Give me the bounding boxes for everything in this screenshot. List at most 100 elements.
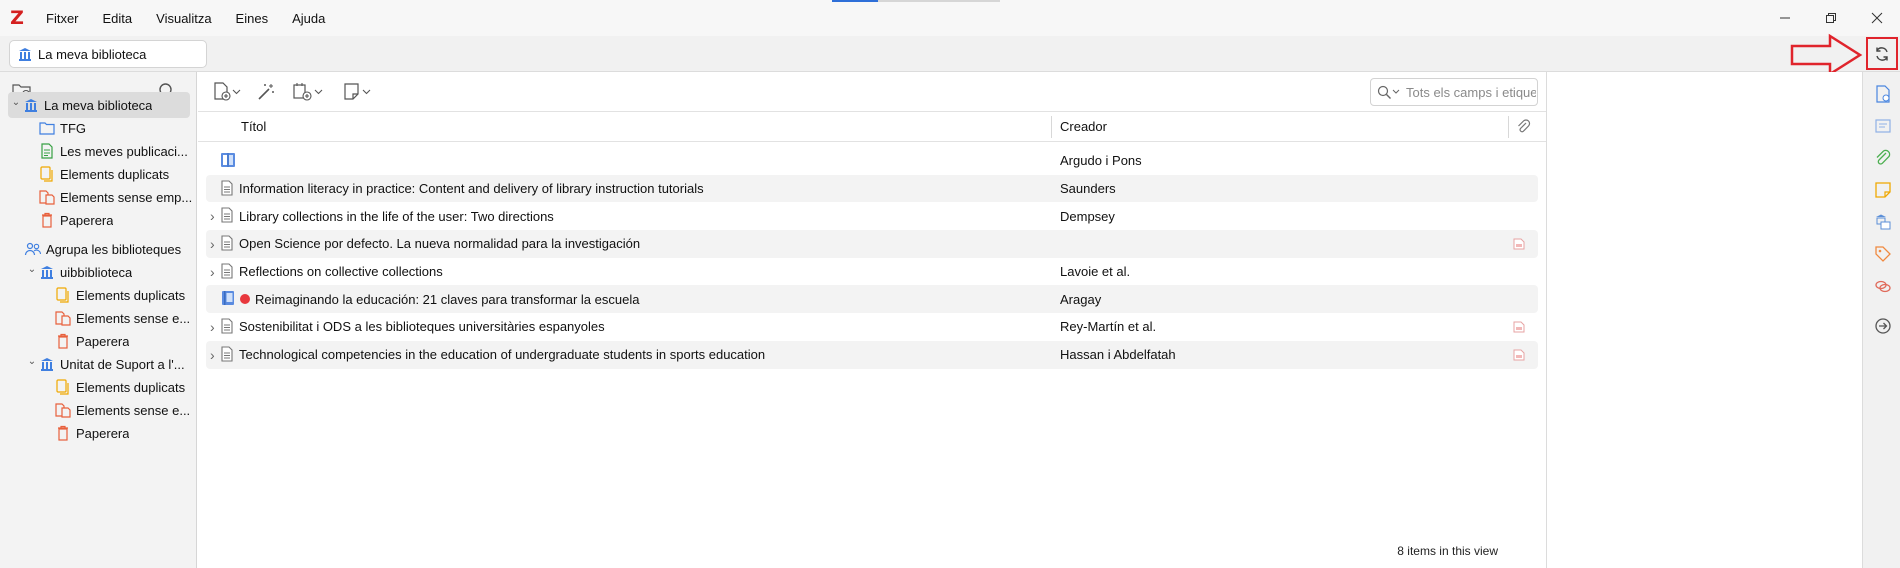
library-icon bbox=[22, 96, 40, 114]
drag-accent bbox=[832, 0, 878, 2]
chevron-down-icon[interactable]: ⌄ bbox=[26, 356, 38, 367]
item-creator: Saunders bbox=[1060, 181, 1116, 197]
item-row[interactable]: › Reflections on collective collections La… bbox=[206, 258, 1538, 286]
item-title: Sostenibilitat i ODS a les biblioteques … bbox=[239, 319, 605, 335]
pdf-attachment-icon[interactable] bbox=[1513, 238, 1525, 253]
duplicates-icon bbox=[54, 286, 72, 304]
restore-icon bbox=[1826, 13, 1836, 23]
tab-library[interactable]: La meva biblioteca bbox=[9, 40, 207, 68]
sidebar-locate-button[interactable] bbox=[1873, 316, 1893, 336]
column-title[interactable]: Títol bbox=[241, 119, 266, 134]
book-icon bbox=[220, 290, 236, 309]
attachment-add-icon bbox=[293, 83, 312, 101]
related-icon bbox=[1875, 280, 1891, 293]
folder-icon bbox=[38, 119, 56, 137]
items-search-box[interactable] bbox=[1370, 78, 1538, 106]
annotation-arrow bbox=[1790, 33, 1863, 77]
attachments-icon bbox=[1876, 149, 1891, 165]
add-by-identifier-button[interactable] bbox=[256, 82, 276, 102]
item-title: Open Science por defecto. La nueva norma… bbox=[239, 236, 641, 252]
item-creator: Argudo i Pons bbox=[1060, 153, 1142, 169]
document-icon bbox=[220, 207, 234, 226]
collection-label: Les meves publicaci... bbox=[60, 143, 188, 159]
menu-view[interactable]: Visualitza bbox=[144, 11, 223, 26]
new-item-icon bbox=[214, 82, 231, 101]
item-creator: Hassan i Abdelfatah bbox=[1060, 347, 1176, 363]
tab-library-label: La meva biblioteca bbox=[38, 46, 147, 62]
sidebar-attachments-button[interactable] bbox=[1873, 148, 1893, 168]
item-title: Reimaginando la educación: 21 claves par… bbox=[255, 291, 640, 307]
search-input[interactable] bbox=[1406, 84, 1536, 100]
menu-help[interactable]: Ajuda bbox=[280, 11, 337, 26]
item-row[interactable]: Reimaginando la educación: 21 claves par… bbox=[206, 285, 1538, 314]
column-separator[interactable] bbox=[1051, 116, 1052, 138]
chevron-right-icon[interactable]: › bbox=[210, 319, 215, 335]
minimize-button[interactable] bbox=[1762, 0, 1808, 36]
menu-edit[interactable]: Edita bbox=[91, 11, 145, 26]
duplicates-icon bbox=[38, 165, 56, 183]
paperclip-icon[interactable] bbox=[1516, 119, 1531, 135]
collection-label: Elements sense e... bbox=[76, 402, 191, 418]
info-icon bbox=[1876, 85, 1890, 103]
chevron-right-icon[interactable]: › bbox=[210, 208, 215, 224]
item-pane-sidebar bbox=[1862, 72, 1900, 568]
chevron-down-icon bbox=[362, 89, 371, 95]
items-column-header: Títol Creador bbox=[198, 112, 1546, 142]
chevron-down-icon[interactable] bbox=[1392, 89, 1400, 95]
new-item-button[interactable] bbox=[212, 82, 241, 102]
collection-label: Elements duplicats bbox=[76, 379, 186, 395]
add-attachment-button[interactable] bbox=[292, 82, 323, 102]
item-row[interactable]: Information literacy in practice: Conten… bbox=[206, 174, 1538, 203]
pdf-attachment-icon[interactable] bbox=[1513, 349, 1525, 364]
sidebar-notes-button[interactable] bbox=[1873, 180, 1893, 200]
sidebar-libraries-collections-button[interactable] bbox=[1873, 212, 1893, 232]
sync-icon bbox=[1876, 46, 1888, 61]
sidebar-tags-button[interactable] bbox=[1873, 244, 1893, 264]
collection-label: Elements sense e... bbox=[76, 310, 191, 326]
item-title: Library collections in the life of the u… bbox=[239, 208, 554, 224]
chevron-right-icon[interactable]: › bbox=[210, 264, 215, 280]
items-list: Argudo i Pons Information literacy in pra… bbox=[206, 147, 1538, 369]
chevron-right-icon[interactable]: › bbox=[210, 347, 215, 363]
item-creator: Lavoie et al. bbox=[1060, 264, 1131, 280]
duplicates-icon bbox=[54, 378, 72, 396]
menu-tools[interactable]: Eines bbox=[224, 11, 281, 26]
sync-button[interactable] bbox=[1866, 37, 1898, 70]
minimize-icon bbox=[1780, 17, 1790, 19]
abstract-icon bbox=[1875, 119, 1891, 133]
column-separator[interactable] bbox=[1508, 116, 1509, 138]
item-row[interactable]: › Open Science por defecto. La nueva norm… bbox=[206, 230, 1538, 258]
groups-icon bbox=[24, 240, 42, 258]
menu-file[interactable]: Fitxer bbox=[34, 11, 91, 26]
unfiled-icon bbox=[54, 309, 72, 327]
library-icon bbox=[38, 355, 56, 373]
item-row[interactable]: › Sostenibilitat i ODS a les biblioteques… bbox=[206, 313, 1538, 341]
tags-icon bbox=[1875, 246, 1891, 262]
restore-button[interactable] bbox=[1808, 0, 1854, 36]
sidebar-related-button[interactable] bbox=[1873, 276, 1893, 296]
publications-icon bbox=[38, 142, 56, 160]
sidebar-info-button[interactable] bbox=[1873, 84, 1893, 104]
collection-item[interactable]: Paperera bbox=[0, 207, 196, 233]
collection-label: uibbiblioteca bbox=[60, 264, 133, 280]
item-row[interactable]: › Library collections in the life of the … bbox=[206, 202, 1538, 230]
collection-label: TFG bbox=[60, 120, 86, 136]
new-note-button[interactable] bbox=[342, 82, 371, 102]
chevron-down-icon[interactable]: ⌄ bbox=[10, 97, 22, 108]
chevron-down-icon[interactable]: ⌄ bbox=[26, 264, 38, 275]
collections-pane: ⌄ La meva biblioteca TFG Les meves publicac… bbox=[0, 72, 197, 568]
collection-label: Elements duplicats bbox=[76, 287, 186, 303]
pdf-attachment-icon[interactable] bbox=[1513, 321, 1525, 336]
chevron-right-icon[interactable]: › bbox=[210, 236, 215, 252]
notes-icon bbox=[1875, 182, 1891, 198]
column-creator[interactable]: Creador bbox=[1060, 119, 1107, 134]
close-button[interactable] bbox=[1854, 0, 1900, 36]
collection-label: Paperera bbox=[76, 333, 130, 349]
libraries-collections-icon bbox=[1876, 214, 1891, 230]
collection-item[interactable]: Paperera bbox=[0, 420, 196, 446]
item-creator: Rey-Martín et al. bbox=[1060, 319, 1157, 335]
item-row[interactable]: › Technological competencies in the educa… bbox=[206, 340, 1538, 369]
item-row[interactable]: Argudo i Pons bbox=[206, 147, 1538, 175]
sidebar-abstract-button[interactable] bbox=[1873, 116, 1893, 136]
item-title: Reflections on collective collections bbox=[239, 264, 443, 280]
